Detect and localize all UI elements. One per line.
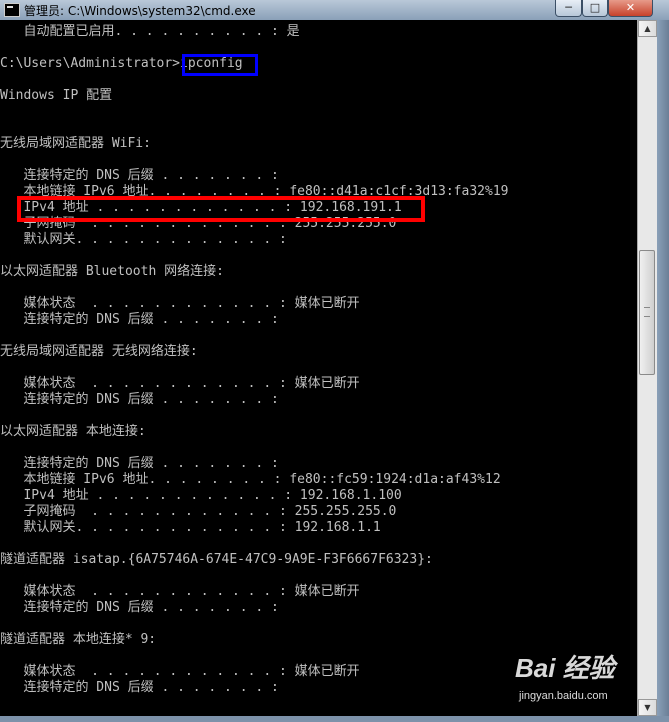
console-line: 连接特定的 DNS 后缀 . . . . . . . : — [0, 600, 279, 615]
console-line: 隧道适配器 本地连接* 9: — [0, 632, 157, 647]
scroll-down-arrow[interactable]: ▼ — [638, 699, 657, 716]
title-bar[interactable]: 管理员: C:\Windows\system32\cmd.exe ─ □ ✕ — [0, 0, 669, 21]
console-line: 自动配置已启用. . . . . . . . . . : 是 — [0, 24, 300, 39]
scroll-thumb[interactable] — [639, 250, 655, 375]
maximize-button[interactable]: □ — [582, 0, 608, 17]
console-line: 本地链接 IPv6 地址. . . . . . . . : fe80::fc59… — [0, 472, 501, 487]
console-line: IPv4 地址 . . . . . . . . . . . . : 192.16… — [0, 488, 402, 503]
cmd-window: 管理员: C:\Windows\system32\cmd.exe ─ □ ✕ 自… — [0, 0, 669, 722]
console-line: 隧道适配器 isatap.{6A75746A-674E-47C9-9A9E-F3… — [0, 552, 433, 567]
console-line: 无线局域网适配器 无线网络连接: — [0, 344, 198, 359]
console-line: 连接特定的 DNS 后缀 . . . . . . . : — [0, 456, 279, 471]
console-line: 连接特定的 DNS 后缀 . . . . . . . : — [0, 392, 279, 407]
console-line: 连接特定的 DNS 后缀 . . . . . . . : — [0, 168, 279, 183]
console-line: Windows IP 配置 — [0, 88, 113, 103]
console-output[interactable]: 自动配置已启用. . . . . . . . . . : 是 C:\Users\A… — [0, 20, 637, 716]
console-line: 无线局域网适配器 WiFi: — [0, 136, 151, 151]
watermark-logo: Bai 经验 — [515, 653, 615, 683]
console-line: 以太网适配器 Bluetooth 网络连接: — [0, 264, 224, 279]
ipv4-highlight-box — [17, 196, 425, 222]
console-line: 媒体状态 . . . . . . . . . . . . : 媒体已断开 — [0, 664, 360, 679]
cmd-icon — [4, 3, 20, 17]
console-line: 媒体状态 . . . . . . . . . . . . : 媒体已断开 — [0, 376, 360, 391]
window-frame-right — [657, 20, 669, 722]
window-title: 管理员: C:\Windows\system32\cmd.exe — [24, 4, 256, 18]
console-line: 默认网关. . . . . . . . . . . . . : 192.168.… — [0, 520, 381, 535]
vertical-scrollbar[interactable]: ▲ ▼ — [637, 20, 657, 716]
command-highlight-box — [182, 54, 258, 76]
close-button[interactable]: ✕ — [608, 0, 653, 17]
console-line: 子网掩码 . . . . . . . . . . . . : 255.255.2… — [0, 504, 397, 519]
window-frame-bottom — [0, 716, 669, 722]
watermark-url: jingyan.baidu.com — [519, 690, 608, 702]
console-line: 连接特定的 DNS 后缀 . . . . . . . : — [0, 312, 279, 327]
console-line: 媒体状态 . . . . . . . . . . . . : 媒体已断开 — [0, 296, 360, 311]
baidu-jingyan-watermark: Bai 经验 jingyan.baidu.com — [515, 648, 633, 710]
console-line: 以太网适配器 本地连接: — [0, 424, 146, 439]
console-line: 媒体状态 . . . . . . . . . . . . : 媒体已断开 — [0, 584, 360, 599]
console-line: 连接特定的 DNS 后缀 . . . . . . . : — [0, 680, 279, 695]
scroll-up-arrow[interactable]: ▲ — [638, 20, 657, 37]
console-line: 默认网关. . . . . . . . . . . . . : — [0, 232, 287, 247]
minimize-button[interactable]: ─ — [555, 0, 582, 17]
